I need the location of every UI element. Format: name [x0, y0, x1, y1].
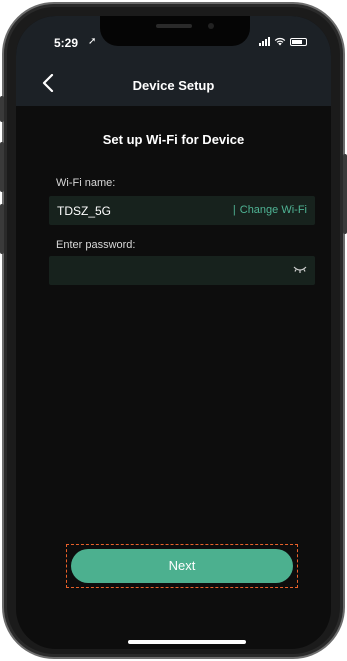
- wifi-name-value: TDSZ_5G: [57, 204, 112, 218]
- volume-up-button: [0, 142, 4, 192]
- volume-down-button: [0, 204, 4, 254]
- separator: |: [232, 204, 236, 216]
- front-camera: [208, 23, 214, 29]
- wifi-icon: [274, 37, 286, 46]
- battery-icon: [290, 37, 307, 46]
- next-button[interactable]: Next: [71, 549, 293, 583]
- phone-frame: 5:29 ➚ Device Setup Set up Wi-Fi for Dev…: [0, 2, 347, 659]
- status-bar: 5:29 ➚: [16, 32, 331, 54]
- power-button: [343, 154, 347, 234]
- page-title: Device Setup: [132, 78, 215, 93]
- wifi-name-label: Wi-Fi name:: [56, 177, 116, 189]
- cellular-signal-icon: [259, 37, 270, 46]
- home-indicator[interactable]: [128, 640, 246, 644]
- eye-closed-icon[interactable]: [293, 265, 307, 275]
- change-wifi-link[interactable]: | Change Wi-Fi: [233, 204, 307, 216]
- change-wifi-label: Change Wi-Fi: [239, 204, 307, 216]
- mute-switch: [0, 96, 4, 122]
- password-label: Enter password:: [56, 239, 136, 251]
- password-input[interactable]: [57, 261, 277, 281]
- password-field: [49, 256, 315, 285]
- status-icons: [259, 37, 307, 46]
- screen: 5:29 ➚ Device Setup Set up Wi-Fi for Dev…: [16, 16, 331, 649]
- status-time: 5:29: [54, 36, 79, 50]
- wifi-name-field: TDSZ_5G | Change Wi-Fi: [49, 196, 315, 225]
- location-arrow-icon: ➚: [88, 36, 97, 47]
- speaker: [156, 24, 192, 28]
- section-heading: Set up Wi-Fi for Device: [102, 132, 245, 147]
